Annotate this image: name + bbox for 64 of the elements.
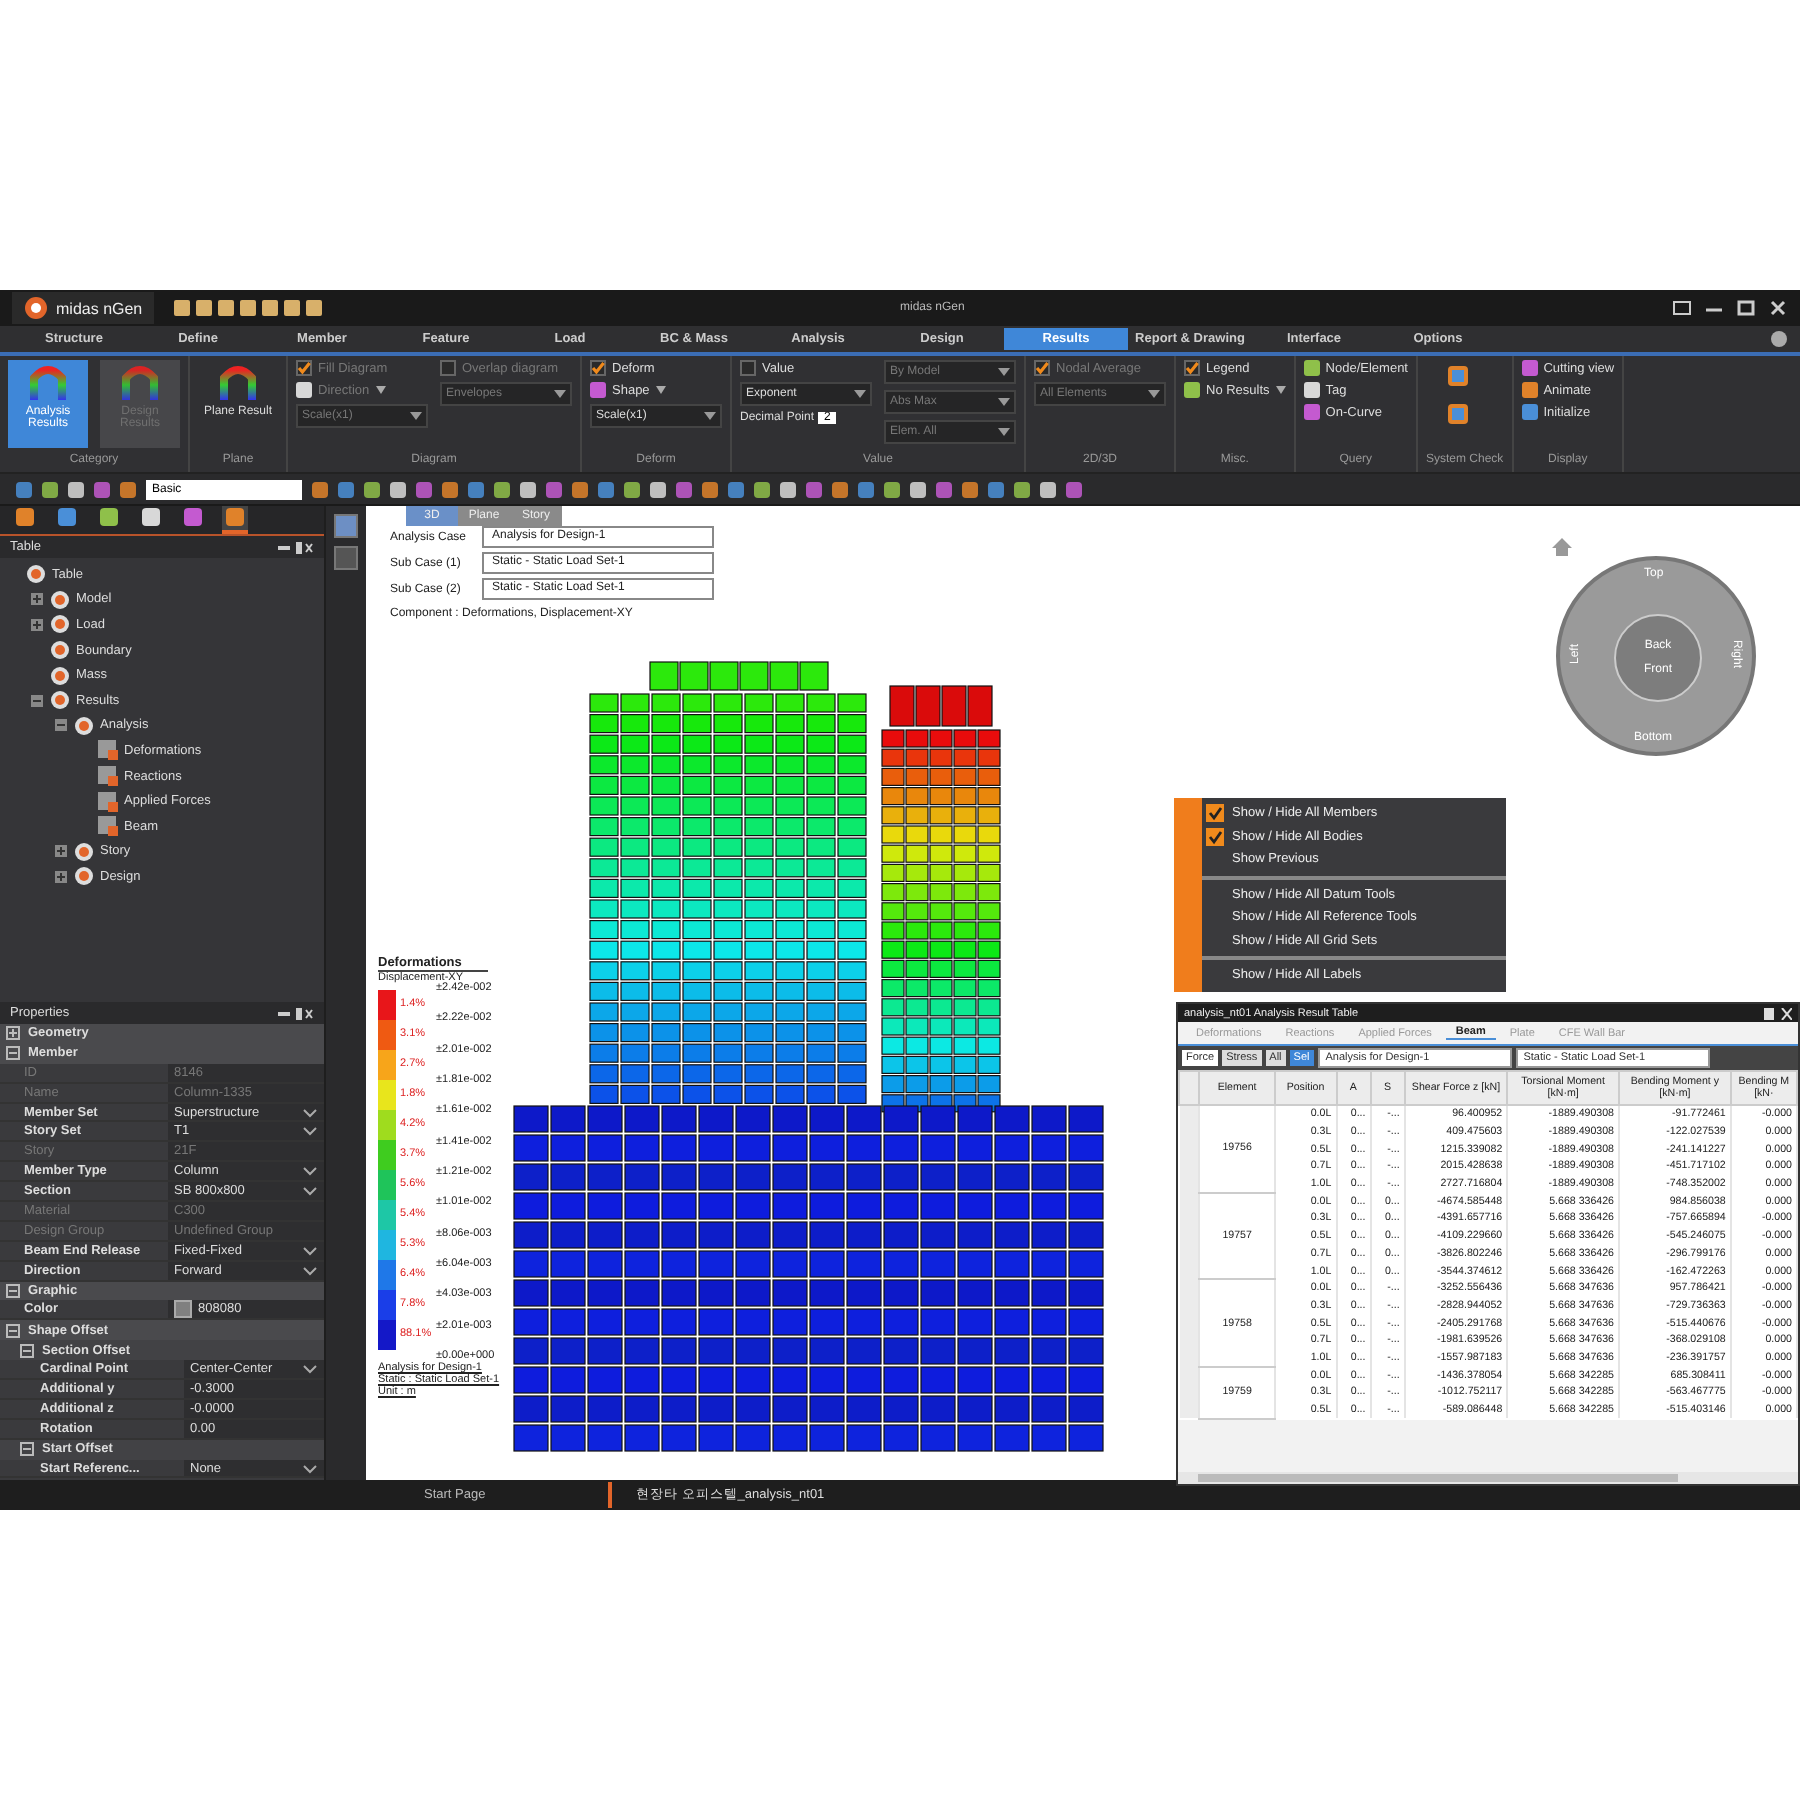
square-icon bbox=[590, 382, 606, 398]
close-icon[interactable] bbox=[1764, 1007, 1792, 1019]
node-icon bbox=[50, 640, 70, 661]
caret-icon bbox=[375, 386, 386, 394]
square-icon bbox=[1303, 382, 1320, 398]
node-icon bbox=[74, 866, 94, 887]
caret-icon bbox=[655, 386, 666, 394]
square-icon bbox=[1303, 404, 1320, 420]
caret-icon bbox=[554, 390, 566, 398]
expander-icon[interactable] bbox=[54, 718, 68, 733]
square-icon bbox=[1521, 360, 1538, 376]
caret-icon bbox=[998, 428, 1010, 436]
node-icon bbox=[74, 841, 94, 862]
table-icon bbox=[98, 766, 118, 787]
square-icon bbox=[1303, 360, 1320, 376]
close-icon[interactable] bbox=[1768, 300, 1788, 316]
restore-icon[interactable] bbox=[1672, 300, 1692, 316]
app-name: midas nGen bbox=[56, 299, 143, 317]
logo-icon bbox=[24, 296, 48, 320]
node-icon bbox=[50, 665, 70, 686]
checkmark-icon bbox=[1206, 804, 1224, 823]
checkmark-icon bbox=[1206, 827, 1224, 846]
caret-icon bbox=[854, 390, 866, 398]
expander-icon[interactable] bbox=[30, 592, 44, 607]
node-icon bbox=[50, 589, 70, 610]
arch-chart-icon bbox=[218, 366, 258, 402]
expander-icon[interactable] bbox=[6, 1026, 20, 1041]
caret-icon bbox=[410, 412, 422, 420]
color-swatch[interactable] bbox=[174, 1300, 192, 1319]
expander-icon[interactable] bbox=[6, 1046, 20, 1061]
caret-icon bbox=[998, 398, 1010, 406]
square-icon bbox=[1521, 382, 1538, 398]
expander-icon[interactable] bbox=[6, 1284, 20, 1299]
expander-icon[interactable] bbox=[30, 617, 44, 632]
square-icon bbox=[296, 382, 312, 398]
caret-icon bbox=[704, 412, 716, 420]
square-icon bbox=[1184, 382, 1200, 398]
scroll-bar[interactable] bbox=[1178, 1472, 1798, 1484]
node-icon bbox=[74, 715, 94, 736]
expander-icon[interactable] bbox=[30, 693, 44, 708]
table-icon bbox=[98, 791, 118, 812]
caret-icon bbox=[1275, 386, 1286, 394]
arch-chart-icon bbox=[120, 366, 160, 402]
system-check-icon[interactable] bbox=[1446, 364, 1470, 388]
model-viewport[interactable] bbox=[366, 506, 1800, 1480]
caret-icon bbox=[1148, 390, 1160, 398]
home-icon[interactable] bbox=[1550, 536, 1574, 558]
node-icon bbox=[26, 564, 46, 585]
caret-icon bbox=[998, 368, 1010, 376]
arch-chart-icon bbox=[28, 366, 68, 402]
system-check-icon[interactable] bbox=[1446, 402, 1470, 426]
table-icon bbox=[98, 816, 118, 837]
expander-icon[interactable] bbox=[20, 1343, 34, 1358]
node-icon bbox=[50, 614, 70, 635]
expander-icon[interactable] bbox=[6, 1323, 20, 1338]
expander-icon[interactable] bbox=[54, 844, 68, 859]
node-icon bbox=[50, 690, 70, 711]
dropdown-icon[interactable] bbox=[302, 1461, 318, 1476]
square-icon bbox=[1521, 404, 1538, 420]
maximize-icon[interactable] bbox=[1736, 300, 1756, 316]
table-icon bbox=[98, 740, 118, 761]
expander-icon[interactable] bbox=[54, 869, 68, 884]
dropdown-icon[interactable] bbox=[302, 1362, 318, 1377]
expander-icon[interactable] bbox=[20, 1442, 34, 1457]
